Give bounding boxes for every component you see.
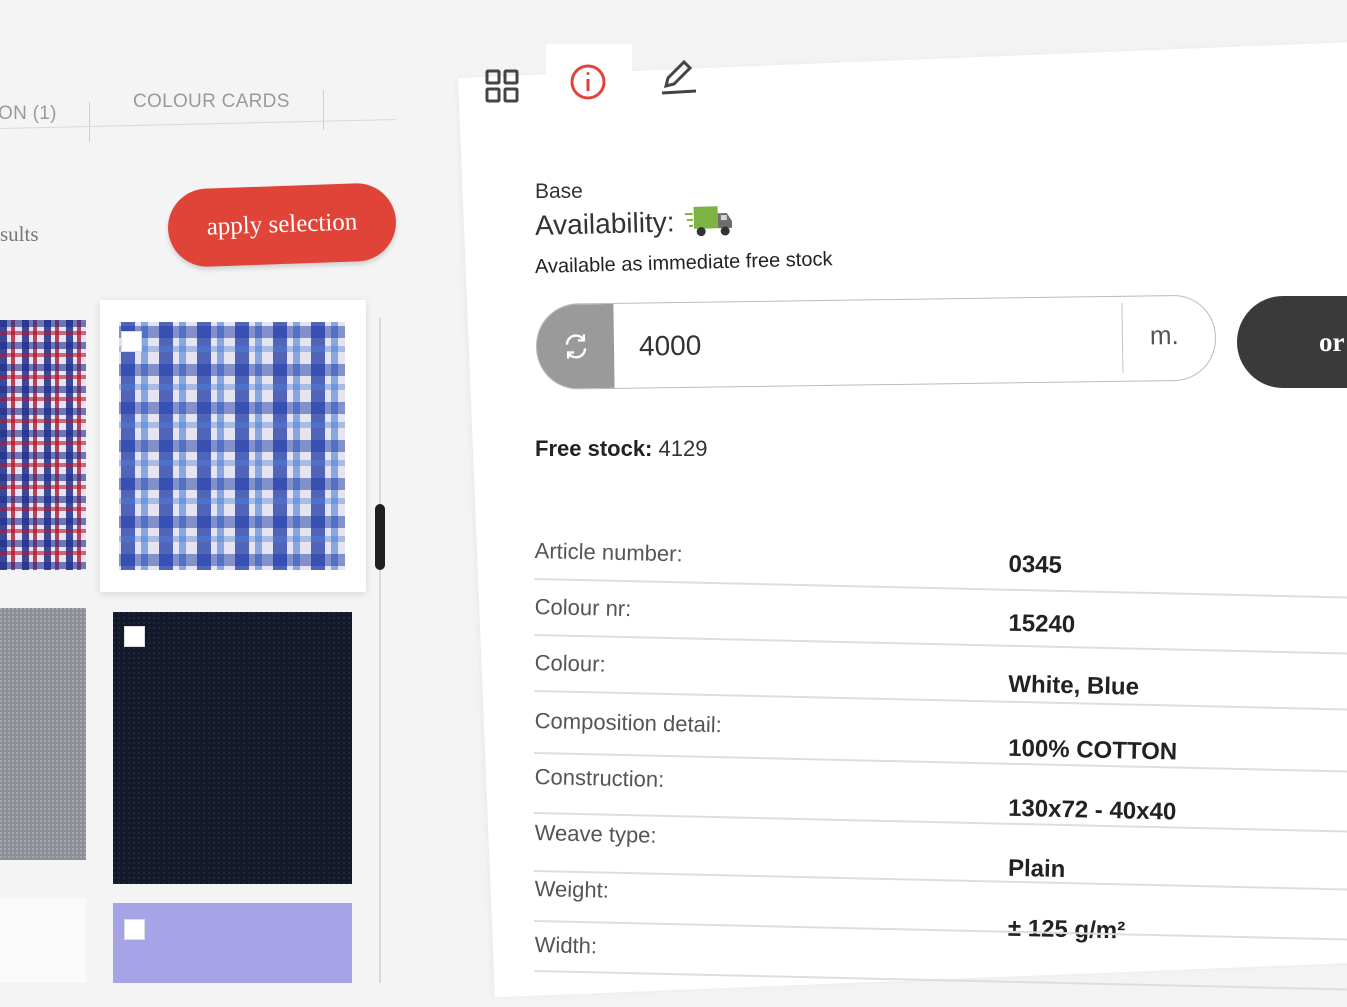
select-checkbox[interactable] xyxy=(121,331,142,352)
free-stock-value: 4129 xyxy=(659,436,708,461)
order-button[interactable]: or xyxy=(1237,296,1347,388)
info-icon[interactable] xyxy=(566,60,610,104)
fabric-swatch-lavender[interactable] xyxy=(113,903,352,983)
results-count: sults xyxy=(0,222,39,247)
fabric-swatch-white[interactable] xyxy=(0,898,86,983)
tab-divider xyxy=(89,102,90,142)
spec-value: 15240 xyxy=(1008,610,1075,640)
quantity-field[interactable] xyxy=(637,319,1122,368)
spec-divider xyxy=(534,634,1347,655)
spec-label: Colour: xyxy=(534,650,605,678)
spec-label: Composition detail: xyxy=(534,708,722,738)
quantity-unit: m. xyxy=(1150,320,1179,351)
reset-quantity-button[interactable] xyxy=(536,304,614,389)
free-stock-label: Free stock: xyxy=(535,436,652,461)
tab-selection[interactable]: ON (1) xyxy=(0,103,57,125)
spec-value: White, Blue xyxy=(1008,671,1139,702)
list-scrollbar-track[interactable] xyxy=(379,318,381,983)
quantity-divider xyxy=(1121,303,1123,373)
grid-icon[interactable] xyxy=(482,66,522,106)
spec-value: 0345 xyxy=(1008,551,1062,580)
tab-colour-cards[interactable]: COLOUR CARDS xyxy=(133,91,290,113)
quantity-input-group: m. xyxy=(535,295,1216,390)
fabric-list-panel: ON (1) COLOUR CARDS sults apply selectio… xyxy=(0,0,458,983)
spec-divider xyxy=(534,690,1347,711)
spec-label: Colour nr: xyxy=(534,594,631,622)
spec-value: 130x72 - 40x40 xyxy=(1008,795,1177,827)
refresh-icon xyxy=(560,331,590,361)
spec-value: Plain xyxy=(1008,855,1066,884)
fabric-swatch-grey[interactable] xyxy=(0,608,86,860)
spec-divider xyxy=(534,578,1347,599)
list-scrollbar-thumb[interactable] xyxy=(375,504,385,570)
spec-label: Article number: xyxy=(534,538,683,567)
pencil-icon[interactable] xyxy=(656,54,700,98)
apply-selection-button[interactable]: apply selection xyxy=(167,182,398,268)
tab-divider xyxy=(323,90,324,130)
spec-label: Width: xyxy=(534,932,597,959)
availability-row: Availability: xyxy=(535,203,735,244)
base-label: Base xyxy=(535,180,583,204)
select-checkbox[interactable] xyxy=(124,919,145,940)
select-checkbox[interactable] xyxy=(124,626,145,647)
spec-value: 100% COTTON xyxy=(1008,735,1178,767)
spec-label: Weight: xyxy=(534,876,609,904)
spec-label: Weave type: xyxy=(534,820,656,849)
fabric-swatch-red-blue-check[interactable] xyxy=(0,320,86,570)
spec-divider xyxy=(534,970,1347,991)
fabric-swatch-navy[interactable] xyxy=(113,612,352,884)
availability-label: Availability: xyxy=(535,206,675,242)
free-stock-row: Free stock: 4129 xyxy=(535,436,707,462)
spec-label: Construction: xyxy=(534,764,664,793)
delivery-truck-icon xyxy=(684,203,735,240)
fabric-swatch-card-selected[interactable] xyxy=(100,300,366,592)
spec-value: ± 125 g/m² xyxy=(1008,915,1126,946)
